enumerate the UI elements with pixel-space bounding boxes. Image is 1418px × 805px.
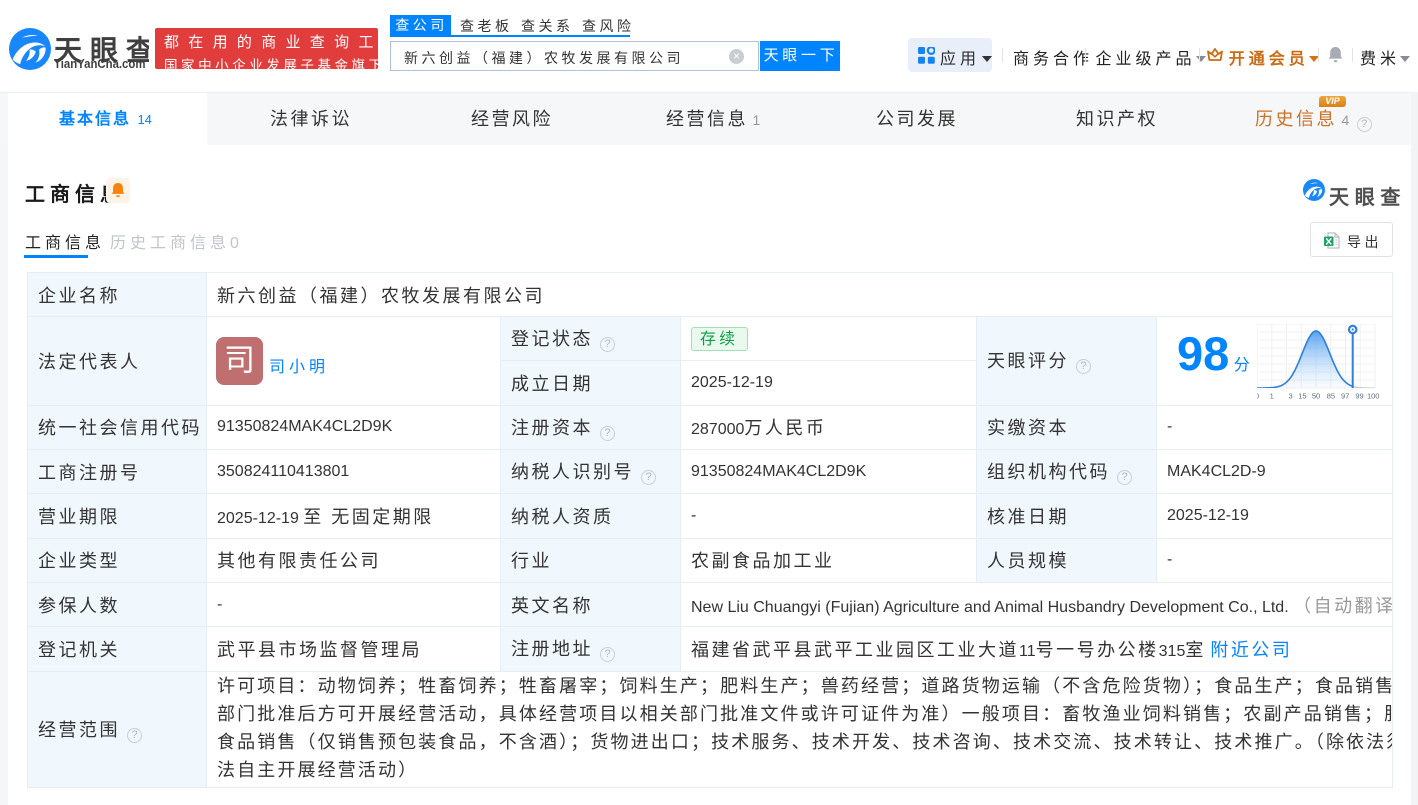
svg-text:99: 99	[1355, 392, 1363, 401]
svg-text:97: 97	[1341, 392, 1349, 401]
svg-text:1: 1	[1270, 392, 1274, 401]
svg-text:15: 15	[1298, 392, 1306, 401]
svg-text:0: 0	[1257, 392, 1259, 401]
svg-text:100: 100	[1367, 392, 1380, 401]
svg-text:3: 3	[1289, 392, 1293, 401]
svg-text:50: 50	[1312, 392, 1320, 401]
svg-text:85: 85	[1327, 392, 1335, 401]
